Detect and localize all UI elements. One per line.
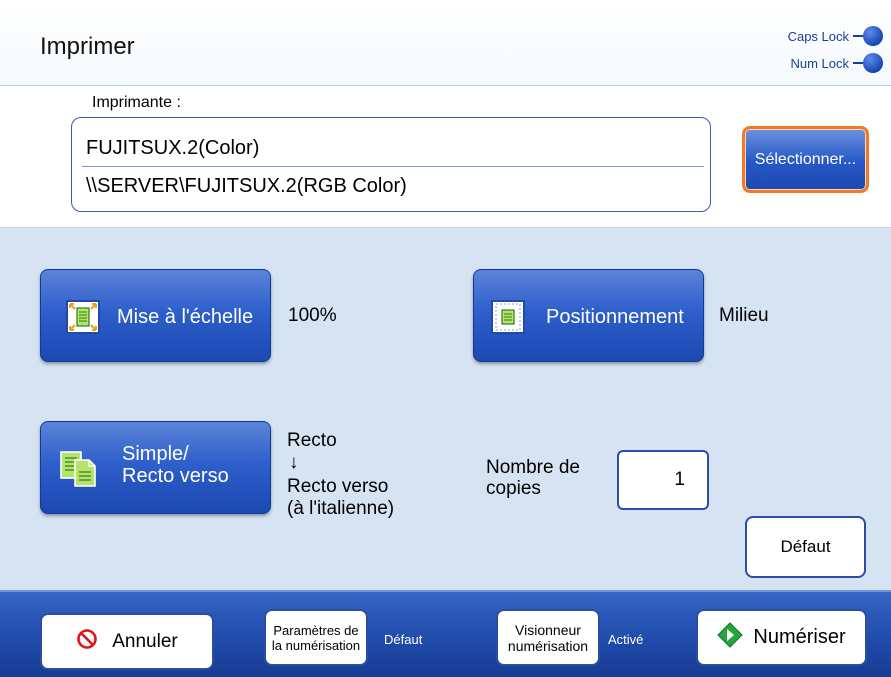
positioning-button[interactable]: Positionnement	[473, 269, 704, 362]
page-title: Imprimer	[40, 33, 135, 60]
scan-start-icon	[717, 621, 744, 654]
scan-button[interactable]: Numériser	[696, 609, 867, 666]
printer-section: Imprimante : FUJITSUX.2(Color) \\SERVER\…	[0, 86, 891, 228]
scaling-label: Mise à l'échelle	[117, 306, 254, 328]
printer-display: FUJITSUX.2(Color) \\SERVER\FUJITSUX.2(RG…	[71, 117, 711, 212]
scan-settings-button[interactable]: Paramètres de la numérisation	[264, 609, 368, 666]
caps-lock-indicator: Caps Lock	[788, 26, 883, 46]
divider	[82, 166, 704, 167]
positioning-icon	[491, 300, 525, 334]
select-printer-button[interactable]: Sélectionner...	[742, 126, 869, 193]
caps-lock-label: Caps Lock	[787, 28, 849, 44]
scaling-icon	[66, 300, 100, 334]
caps-lock-led-icon	[863, 26, 883, 46]
down-arrow-icon: ↓	[289, 452, 299, 473]
printer-path: \\SERVER\FUJITSUX.2(RGB Color)	[86, 175, 407, 197]
copies-label: Nombre de copies	[486, 457, 580, 499]
footer-bar: Annuler Paramètres de la numérisation Dé…	[0, 590, 891, 677]
num-lock-led-icon	[863, 53, 883, 73]
print-window: Imprimer Caps Lock Num Lock Imprimante :…	[0, 0, 891, 677]
cancel-icon	[76, 628, 98, 656]
scaling-value: 100%	[288, 305, 337, 326]
scaling-button[interactable]: Mise à l'échelle	[40, 269, 271, 362]
num-lock-indicator: Num Lock	[790, 53, 883, 73]
duplex-value: Recto ↓ Recto verso (à l'italienne)	[287, 430, 395, 519]
positioning-value: Milieu	[719, 305, 769, 326]
num-lock-label: Num Lock	[790, 55, 849, 71]
printer-name: FUJITSUX.2(Color)	[86, 137, 260, 159]
positioning-label: Positionnement	[546, 306, 684, 328]
duplex-button[interactable]: Simple/ Recto verso	[40, 421, 271, 514]
printer-label: Imprimante :	[92, 94, 181, 111]
scan-viewer-button[interactable]: Visionneur numérisation	[496, 609, 600, 666]
scan-label: Numériser	[753, 626, 846, 648]
cancel-button[interactable]: Annuler	[40, 613, 214, 670]
header: Imprimer Caps Lock Num Lock	[0, 0, 891, 86]
default-button[interactable]: Défaut	[745, 516, 866, 578]
duplex-pages-icon	[59, 448, 99, 488]
scan-settings-status: Défaut	[384, 632, 423, 647]
scan-viewer-status: Activé	[608, 632, 644, 647]
cancel-label: Annuler	[112, 630, 178, 652]
copies-input[interactable]: 1	[617, 450, 709, 510]
duplex-label: Simple/ Recto verso	[122, 443, 229, 487]
